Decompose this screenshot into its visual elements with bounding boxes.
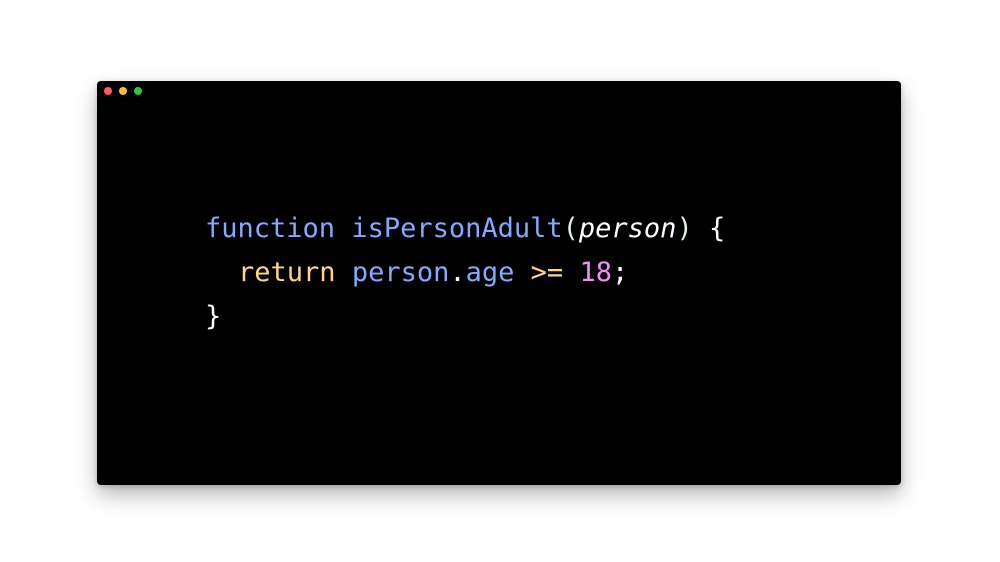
zoom-button[interactable] [134, 87, 142, 95]
number-literal: 18 [579, 257, 612, 288]
operator-gte: >= [530, 257, 564, 288]
close-button[interactable] [104, 87, 112, 95]
code-line-3: } [205, 295, 725, 339]
open-brace: { [708, 213, 726, 244]
code-line-2: return person.age >= 18; [205, 251, 725, 295]
keyword-function: function [205, 213, 336, 244]
code-block: function isPersonAdult(person) {return p… [205, 207, 725, 339]
window-controls [104, 87, 142, 95]
keyword-return: return [238, 257, 336, 288]
dot-accessor: . [449, 257, 466, 288]
code-window: function isPersonAdult(person) {return p… [97, 81, 901, 485]
minimize-button[interactable] [119, 87, 127, 95]
semicolon: ; [611, 257, 629, 288]
open-paren: ( [562, 213, 579, 244]
close-brace: } [205, 301, 222, 332]
property-age: age [465, 257, 515, 288]
object-person: person [351, 257, 450, 288]
parameter-person: person [578, 213, 677, 244]
close-paren: ) [676, 213, 693, 244]
function-name: isPersonAdult [351, 213, 563, 244]
code-line-1: function isPersonAdult(person) { [205, 207, 725, 251]
